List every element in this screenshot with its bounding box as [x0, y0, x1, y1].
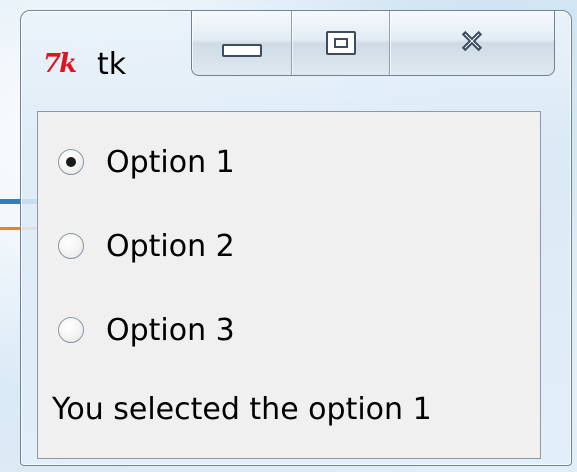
window-title: tk — [97, 47, 127, 82]
radio-button-1[interactable] — [58, 149, 84, 175]
title-bar[interactable]: 7k tk ✕ — [21, 11, 571, 106]
radio-option-3[interactable]: Option 3 — [58, 310, 235, 350]
minimize-button[interactable] — [192, 11, 293, 75]
selection-status-label: You selected the option 1 — [52, 392, 432, 427]
close-button[interactable]: ✕ — [390, 11, 554, 75]
radio-label-3[interactable]: Option 3 — [106, 313, 235, 348]
radio-button-3[interactable] — [58, 317, 84, 343]
maximize-icon — [325, 31, 356, 55]
radio-option-2[interactable]: Option 2 — [58, 226, 235, 266]
caption-buttons: ✕ — [191, 11, 555, 76]
minimize-icon — [221, 43, 262, 57]
radio-label-2[interactable]: Option 2 — [106, 229, 235, 264]
client-area: Option 1 Option 2 Option 3 You selected … — [37, 111, 541, 459]
maximize-button[interactable] — [292, 11, 390, 75]
close-icon: ✕ — [458, 25, 485, 60]
tk-window: 7k tk ✕ Option 1 Option 2 Option 3 You s… — [20, 10, 572, 466]
tk-feather-icon: 7k — [43, 49, 77, 79]
radio-button-2[interactable] — [58, 233, 84, 259]
radio-label-1[interactable]: Option 1 — [106, 145, 235, 180]
radio-option-1[interactable]: Option 1 — [58, 142, 235, 182]
